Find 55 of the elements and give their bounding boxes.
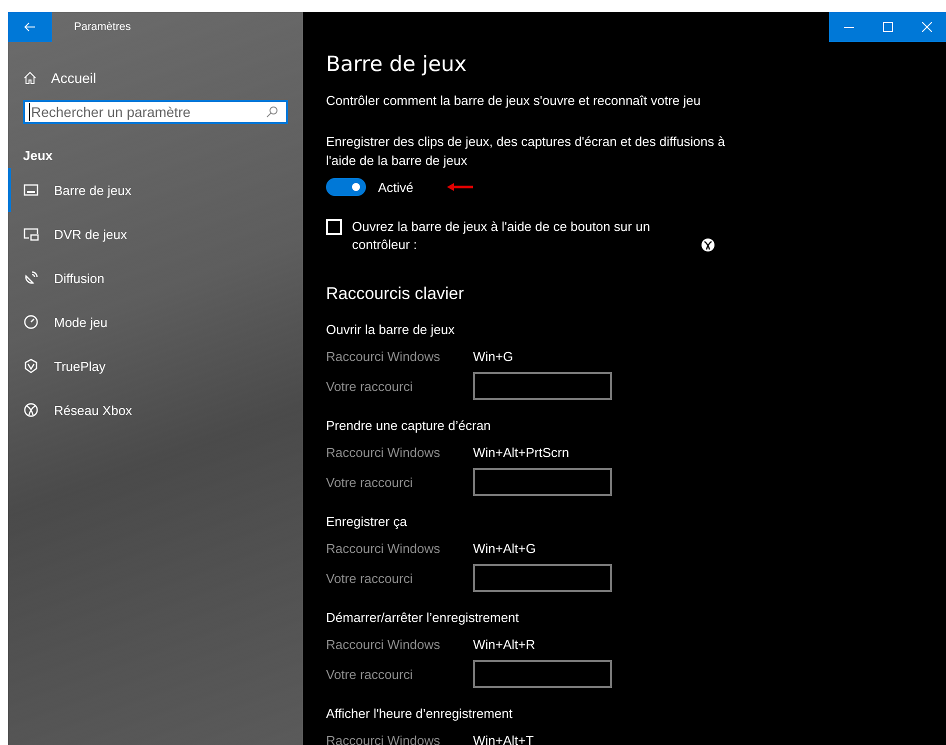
shortcut-name: Afficher l'heure d’enregistrement	[326, 705, 513, 723]
xbox-icon	[23, 402, 39, 418]
home-icon	[23, 71, 37, 85]
close-button[interactable]	[907, 12, 946, 42]
shortcut-name: Démarrer/arrêter l’enregistrement	[326, 609, 519, 627]
shortcut-label: Raccourci Windows	[326, 732, 442, 745]
sidebar-item[interactable]: DVR de jeux	[8, 212, 303, 256]
shortcut-label: Raccourci Windows	[326, 636, 442, 652]
section-heading: Jeux	[23, 148, 54, 165]
home-link[interactable]: Accueil	[23, 68, 96, 88]
gauge-icon	[23, 314, 39, 330]
shortcut-name: Ouvrir la barre de jeux	[326, 321, 455, 339]
sidebar-item[interactable]: TruePlay	[8, 344, 303, 388]
shortcut-label: Votre raccourci	[326, 570, 414, 586]
toggle-switch[interactable]	[326, 178, 366, 196]
checkbox[interactable]	[326, 219, 342, 235]
shortcut-keys: Win+Alt+PrtScrn	[473, 444, 570, 460]
search-icon	[266, 106, 278, 118]
shield-icon	[23, 358, 39, 374]
shortcut-field[interactable]	[473, 660, 612, 688]
sidebar-item[interactable]: Diffusion	[8, 256, 303, 300]
xbox-button-icon	[701, 238, 715, 252]
shortcut-name: Enregistrer ça	[326, 513, 407, 531]
search-field[interactable]: Rechercher un paramètre	[23, 100, 288, 124]
back-arrow-icon	[24, 22, 36, 32]
game-bar-icon	[23, 182, 39, 198]
shortcut-field[interactable]	[473, 468, 612, 496]
shortcut-name: Prendre une capture d’écran	[326, 417, 491, 435]
page-title: Barre de jeux	[326, 52, 467, 76]
shortcut-keys: Win+Alt+T	[473, 732, 534, 745]
section-heading: Raccourcis clavier	[326, 284, 464, 304]
shortcut-keys: Win+Alt+G	[473, 540, 536, 556]
shortcut-field[interactable]	[473, 372, 612, 400]
sidebar-item[interactable]: Barre de jeux	[8, 168, 303, 212]
shortcut-keys: Win+Alt+R	[473, 636, 536, 652]
shortcut-label: Votre raccourci	[326, 666, 414, 682]
sidebar-item[interactable]: Mode jeu	[8, 300, 303, 344]
sidebar-item[interactable]: Réseau Xbox	[8, 388, 303, 432]
checkbox-label: Ouvrez la barre de jeux à l'aide de ce bouton sur un contrôleur :	[352, 218, 652, 254]
shortcut-label: Raccourci Windows	[326, 348, 442, 364]
shortcut-label: Votre raccourci	[326, 378, 414, 394]
shortcut-label: Votre raccourci	[326, 474, 414, 490]
shortcut-field[interactable]	[473, 564, 612, 592]
shortcut-keys: Win+G	[473, 348, 514, 364]
window-title: Paramètres	[74, 21, 131, 33]
maximize-icon	[882, 22, 892, 32]
screen-icon	[23, 226, 39, 242]
shortcut-label: Raccourci Windows	[326, 540, 442, 556]
close-icon	[922, 22, 932, 32]
page-description: Contrôler comment la barre de jeux s'ouvre et reconnaît votre jeu	[326, 93, 701, 108]
toggle-state: Activé	[378, 180, 414, 194]
satellite-dish-icon	[23, 270, 39, 286]
setting-label: Enregistrer des clips de jeux, des captures d'écran et des diffusions à l'aide de la barre de jeux	[326, 133, 726, 170]
shortcut-label: Raccourci Windows	[326, 444, 442, 460]
arrow-icon	[447, 182, 474, 192]
